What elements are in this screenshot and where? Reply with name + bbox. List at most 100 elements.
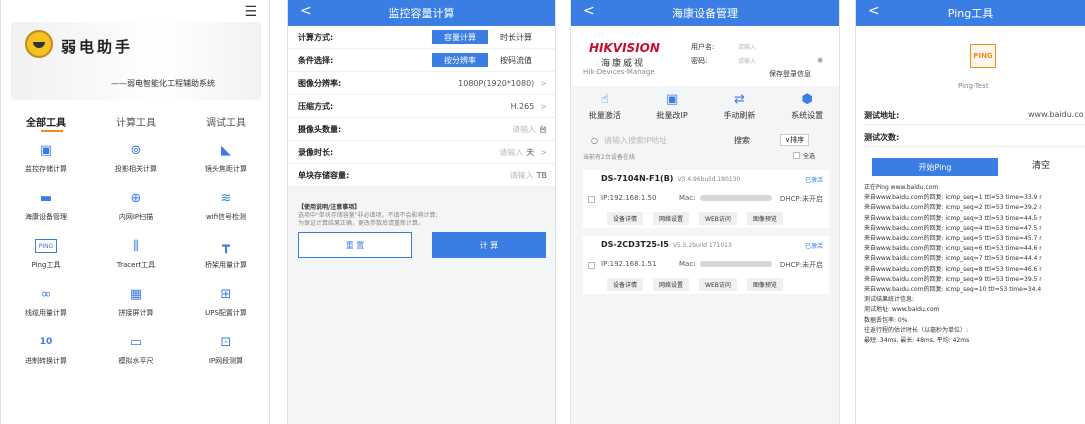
device-checkbox[interactable] — [588, 262, 595, 269]
tool-label: 监控存储计算 — [25, 165, 67, 173]
calc-mode-row: 计算方式: 容量计算 时长计算 — [288, 26, 555, 49]
tool-grid: ▣ 监控存储计算 ⊚ 投影相关计算 ◣ 镜头焦距计算 ▬ 海康设备管理 ⊕ 内网IP扫描 … — [1, 140, 269, 370]
back-icon[interactable]: < — [583, 3, 595, 19]
lan-scan-icon: ⊕ — [130, 190, 142, 206]
header-bar: < Ping工具 — [856, 0, 1085, 26]
projector-icon: ⊚ — [130, 142, 142, 158]
tool-item[interactable]: ⊞ UPS配置计算 — [181, 284, 269, 322]
network-settings-button[interactable]: 网络设置 — [653, 278, 690, 291]
device-actions: 设备详情 网络设置 WEB访问 图像预览 — [607, 212, 783, 225]
select-all[interactable]: 全选 — [793, 151, 815, 160]
tool-item[interactable]: ▬ 海康设备管理 — [1, 188, 91, 226]
duration-unit: 天 — [526, 147, 535, 157]
tool-item[interactable]: ◣ 镜头焦距计算 — [181, 140, 269, 178]
system-settings-button[interactable]: ⬢ 系统设置 — [791, 92, 823, 121]
sort-button[interactable]: ∨排序 — [779, 134, 810, 146]
chevron-right-icon[interactable]: > — [540, 148, 547, 157]
mode-duration-button[interactable]: 时长计算 — [488, 30, 544, 44]
tool-item[interactable]: ▦ 拼接屏计算 — [91, 284, 181, 322]
page-title: 海康设备管理 — [672, 7, 738, 20]
device-checkbox[interactable] — [588, 196, 595, 203]
eye-icon[interactable]: ◉ — [817, 56, 823, 64]
device-version: V3.4.96build 180130 — [677, 176, 741, 183]
tool-item[interactable]: ▣ 监控存储计算 — [1, 140, 91, 178]
log-line: 来自www.baidu.com的回复: icmp_seq=6 ttl=53 ti… — [864, 245, 1042, 253]
device-dhcp: DHCP:未开启 — [779, 195, 823, 203]
disk-capacity-input[interactable]: 请输入 — [510, 170, 534, 181]
resolution-row[interactable]: 图像分辨率: 1080P(1920*1080) > — [288, 72, 555, 95]
clear-button[interactable]: 清空 — [1032, 158, 1050, 171]
save-login-button[interactable]: 保存登录信息 — [769, 69, 811, 79]
camera-count-unit: 台 — [539, 124, 547, 134]
mode-capacity-button[interactable]: 容量计算 — [432, 30, 488, 44]
tab-calc-tools[interactable]: 计算工具 — [116, 114, 156, 129]
gear-icon: ⬢ — [801, 92, 813, 107]
hik-manage-screen: < 海康设备管理 HIKVISION 海康威视 Hik-Devices-Mana… — [570, 0, 840, 424]
usage-note: 【使用说明/注意事项】 选项中"单块存储容量"非必填项，不填不会影响计算; 为保… — [298, 204, 548, 228]
tool-item[interactable]: PING Ping工具 — [1, 236, 91, 274]
search-bar: ○ 请输入搜索IP地址 搜索 ∨排序 — [571, 132, 839, 148]
web-access-button[interactable]: WEB访问 — [699, 212, 737, 225]
ping-icon: PING — [35, 239, 57, 253]
device-name: DS-2CD3T25-I5 V5.5.2build 171013 — [601, 240, 732, 249]
device-detail-button[interactable]: 设备详情 — [607, 278, 644, 291]
manual-refresh-button[interactable]: ⇄ 手动刷新 — [723, 92, 755, 121]
start-ping-button[interactable]: 开始Ping — [872, 158, 998, 176]
wifi-icon: ≋ — [220, 190, 232, 206]
address-input[interactable]: www.baidu.co — [1028, 110, 1084, 119]
search-icon: ○ — [591, 135, 598, 145]
username-input[interactable]: 请输入 — [738, 42, 756, 51]
app-slogan: ——弱电智能化工程辅助系统 — [111, 79, 215, 88]
hamburger-menu-icon[interactable]: ☰ — [244, 4, 257, 20]
note-line: 为保证计算结果正确，更改参数后请重新计算。 — [298, 220, 425, 227]
web-access-button[interactable]: WEB访问 — [699, 278, 737, 291]
by-resolution-button[interactable]: 按分辨率 — [432, 53, 488, 67]
resolution-value: 1080P(1920*1080) — [458, 78, 535, 88]
action-label: 批量改IP — [656, 111, 688, 120]
image-preview-button[interactable]: 图像预览 — [746, 278, 783, 291]
log-line: 来自www.baidu.com的回复: icmp_seq=4 ttl=53 ti… — [864, 224, 1042, 232]
by-bitrate-button[interactable]: 按码流值 — [488, 53, 544, 67]
tool-label: 模拟水平尺 — [118, 357, 154, 365]
network-settings-button[interactable]: 网络设置 — [653, 212, 690, 225]
back-icon[interactable]: < — [868, 3, 880, 19]
select-all-label: 全选 — [803, 153, 816, 160]
log-line: 来自www.baidu.com的回复: icmp_seq=8 ttl=53 ti… — [864, 265, 1042, 273]
camera-count-input[interactable]: 请输入 — [512, 124, 536, 135]
log-line: 最短: 34ms, 最长: 48ms, 平均: 42ms — [864, 337, 970, 345]
batch-change-ip-button[interactable]: ▣ 批量改IP — [657, 92, 688, 121]
page-title: Ping工具 — [947, 7, 994, 20]
header-bar: < 监控容量计算 — [288, 0, 555, 26]
tool-item[interactable]: ≋ wifi信号检测 — [181, 188, 269, 226]
password-input[interactable]: 请输入 — [738, 56, 756, 65]
tool-label: 线缆用量计算 — [25, 309, 67, 317]
image-preview-button[interactable]: 图像预览 — [746, 212, 783, 225]
calculate-button[interactable]: 计 算 — [432, 232, 546, 258]
search-input[interactable]: 请输入搜索IP地址 — [604, 135, 734, 146]
device-card: DS-2CD3T25-I5 V5.5.2build 171013 已激活 IP:1… — [583, 236, 829, 294]
tab-debug-tools[interactable]: 调试工具 — [206, 114, 246, 129]
video-wall-icon: ▦ — [129, 286, 143, 302]
back-icon[interactable]: < — [300, 3, 312, 19]
device-detail-button[interactable]: 设备详情 — [607, 212, 644, 225]
tool-label: 拼接屏计算 — [118, 309, 154, 317]
reset-button[interactable]: 重 置 — [298, 232, 412, 258]
tool-item[interactable]: ⊡ IP网段测算 — [181, 332, 269, 370]
search-button[interactable]: 搜索 — [734, 135, 750, 146]
batch-activate-button[interactable]: ☝ 批量激活 — [589, 92, 621, 121]
compression-row[interactable]: 压缩方式: H.265 > — [288, 95, 555, 118]
tab-all-tools[interactable]: 全部工具 — [26, 114, 66, 129]
tool-label: 投影相关计算 — [115, 165, 157, 173]
divider — [864, 146, 1085, 147]
tool-item[interactable]: ⫼ Tracert工具 — [91, 236, 181, 274]
tool-item[interactable]: ⊚ 投影相关计算 — [91, 140, 181, 178]
select-all-checkbox[interactable] — [793, 152, 800, 159]
tool-item[interactable]: 10 进制转换计算 — [1, 332, 91, 370]
tool-item[interactable]: ∞ 线缆用量计算 — [1, 284, 91, 322]
tool-item[interactable]: ▭ 模拟水平尺 — [91, 332, 181, 370]
duration-input[interactable]: 请输入 — [499, 147, 523, 158]
tool-item[interactable]: ┳ 桥架用量计算 — [181, 236, 269, 274]
tool-item[interactable]: ⊕ 内网IP扫描 — [91, 188, 181, 226]
mac-redacted — [699, 261, 772, 267]
app-brand: 弱电助手 — [61, 38, 134, 56]
